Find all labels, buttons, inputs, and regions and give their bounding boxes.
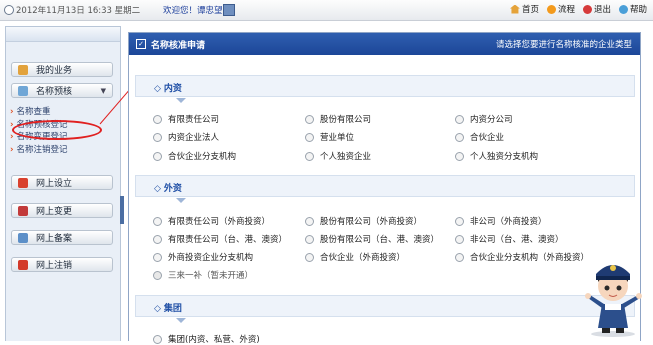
radio-icon[interactable] xyxy=(153,216,162,226)
option-label: 内资分公司 xyxy=(470,115,513,125)
section-title: 集团 xyxy=(154,301,182,314)
radio-icon[interactable] xyxy=(455,216,464,226)
option-radio[interactable]: 合伙企业（外商投资） xyxy=(305,251,405,263)
radio-icon[interactable] xyxy=(153,151,162,161)
option-label: 外商投资企业分支机构 xyxy=(168,253,254,263)
radio-icon[interactable] xyxy=(305,151,314,161)
radio-icon xyxy=(153,270,162,280)
option-radio[interactable]: 集团(内资、私营、外资) xyxy=(153,333,260,345)
option-radio-disabled: 三来一补（暂未开通） xyxy=(153,269,253,281)
radio-icon[interactable] xyxy=(305,252,314,262)
radio-icon[interactable] xyxy=(455,252,464,262)
option-label: 股份有限公司（外商投资） xyxy=(320,217,423,227)
main-panel: ✓ 名称核准申请 请选择您要进行名称核准的企业类型 内资 有限责任公司 股份有限… xyxy=(128,32,641,345)
option-label: 合伙企业分支机构 xyxy=(168,152,237,162)
option-radio[interactable]: 合伙企业分支机构 xyxy=(153,150,236,162)
option-radio[interactable]: 个人独资分支机构 xyxy=(455,150,538,162)
option-label: 有限责任公司（外商投资） xyxy=(168,217,271,227)
section-domestic: 内资 xyxy=(135,75,635,103)
option-radio[interactable]: 内资企业法人 xyxy=(153,131,219,143)
option-radio[interactable]: 股份有限公司 xyxy=(305,113,371,125)
radio-icon[interactable] xyxy=(305,216,314,226)
radio-icon[interactable] xyxy=(153,234,162,244)
option-label: 内资企业法人 xyxy=(168,133,220,143)
section-foreign: 外资 xyxy=(135,175,635,203)
option-label: 非公司（外商投资） xyxy=(470,217,547,227)
option-radio[interactable]: 内资分公司 xyxy=(455,113,513,125)
option-radio[interactable]: 非公司（台、港、澳资） xyxy=(455,233,564,245)
option-radio[interactable]: 有限责任公司 xyxy=(153,113,219,125)
option-radio[interactable]: 有限责任公司（外商投资） xyxy=(153,215,270,227)
radio-icon[interactable] xyxy=(153,334,162,344)
option-radio[interactable]: 股份有限公司（台、港、澳资） xyxy=(305,233,439,245)
option-label: 合伙企业（外商投资） xyxy=(320,253,406,263)
radio-icon[interactable] xyxy=(305,132,314,142)
option-radio[interactable]: 外商投资企业分支机构 xyxy=(153,251,253,263)
option-radio[interactable]: 合伙企业分支机构（外商投资） xyxy=(455,251,589,263)
radio-icon[interactable] xyxy=(455,234,464,244)
radio-icon[interactable] xyxy=(153,132,162,142)
section-title: 内资 xyxy=(154,81,182,94)
police-mascot-icon xyxy=(585,265,642,337)
option-radio[interactable]: 非公司（外商投资） xyxy=(455,215,547,227)
option-radio[interactable]: 个人独资企业 xyxy=(305,150,371,162)
option-radio[interactable]: 有限责任公司（台、港、澳资） xyxy=(153,233,287,245)
radio-icon[interactable] xyxy=(455,114,464,124)
radio-icon[interactable] xyxy=(153,252,162,262)
option-radio[interactable]: 股份有限公司（外商投资） xyxy=(305,215,422,227)
radio-icon[interactable] xyxy=(153,114,162,124)
option-label: 三来一补（暂未开通） xyxy=(168,271,254,281)
notch-icon xyxy=(176,198,186,203)
checkbox-icon: ✓ xyxy=(136,39,146,49)
option-label: 合伙企业 xyxy=(470,133,505,143)
option-label: 有限责任公司（台、港、澳资） xyxy=(168,235,288,245)
option-label: 集团(内资、私营、外资) xyxy=(168,335,260,345)
option-label: 股份有限公司 xyxy=(320,115,372,125)
option-radio[interactable]: 营业单位 xyxy=(305,131,354,143)
option-label: 有限责任公司 xyxy=(168,115,220,125)
radio-icon[interactable] xyxy=(305,234,314,244)
option-label: 非公司（台、港、澳资） xyxy=(470,235,564,245)
option-label: 股份有限公司（台、港、澳资） xyxy=(320,235,440,245)
radio-icon[interactable] xyxy=(305,114,314,124)
option-label: 合伙企业分支机构（外商投资） xyxy=(470,253,590,263)
option-label: 营业单位 xyxy=(320,133,355,143)
option-label: 个人独资企业 xyxy=(320,152,372,162)
notch-icon xyxy=(176,98,186,103)
panel-header: ✓ 名称核准申请 请选择您要进行名称核准的企业类型 xyxy=(129,33,640,55)
section-title: 外资 xyxy=(154,181,182,194)
radio-icon[interactable] xyxy=(455,151,464,161)
notch-icon xyxy=(176,318,186,323)
option-label: 个人独资分支机构 xyxy=(470,152,539,162)
radio-icon[interactable] xyxy=(455,132,464,142)
panel-title: 名称核准申请 xyxy=(151,40,206,51)
option-radio[interactable]: 合伙企业 xyxy=(455,131,504,143)
section-group: 集团 xyxy=(135,295,635,323)
panel-hint: 请选择您要进行名称核准的企业类型 xyxy=(495,40,632,50)
